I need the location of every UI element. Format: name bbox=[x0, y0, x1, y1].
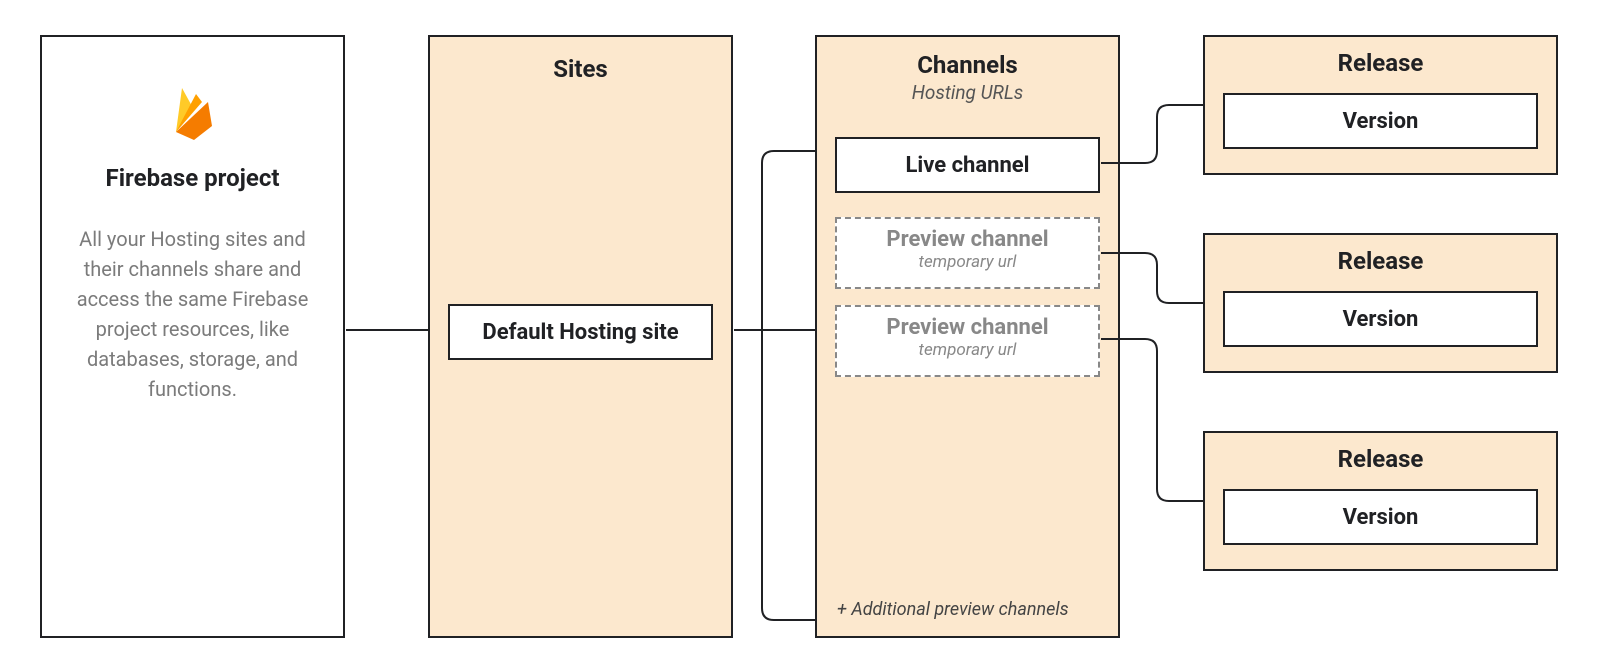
sites-card: Sites Default Hosting site bbox=[428, 35, 733, 638]
preview-channel-1-sub: temporary url bbox=[837, 252, 1098, 272]
preview-channel-2-title: Preview channel bbox=[837, 315, 1098, 340]
live-channel: Live channel bbox=[835, 137, 1100, 193]
version-label-2: Version bbox=[1343, 505, 1419, 530]
release-title-0: Release bbox=[1205, 49, 1556, 77]
preview-channel-1-title: Preview channel bbox=[837, 227, 1098, 252]
version-box-1: Version bbox=[1223, 291, 1538, 347]
channels-subtitle: Hosting URLs bbox=[817, 81, 1118, 104]
version-box-0: Version bbox=[1223, 93, 1538, 149]
version-box-2: Version bbox=[1223, 489, 1538, 545]
project-description: All your Hosting sites and their channel… bbox=[70, 224, 315, 404]
connector-sites-to-channels bbox=[734, 151, 815, 620]
version-label-1: Version bbox=[1343, 307, 1419, 332]
version-label-0: Version bbox=[1343, 109, 1419, 134]
preview-channel-1: Preview channel temporary url bbox=[835, 217, 1100, 289]
channels-footer-note: + Additional preview channels bbox=[837, 599, 1069, 620]
firebase-logo-icon bbox=[42, 82, 343, 148]
release-title-1: Release bbox=[1205, 247, 1556, 275]
preview-channel-2: Preview channel temporary url bbox=[835, 305, 1100, 377]
release-title-2: Release bbox=[1205, 445, 1556, 473]
sites-title: Sites bbox=[430, 55, 731, 83]
project-title: Firebase project bbox=[42, 164, 343, 192]
firebase-project-card: Firebase project All your Hosting sites … bbox=[40, 35, 345, 638]
default-hosting-site-label: Default Hosting site bbox=[482, 320, 678, 345]
channels-card: Channels Hosting URLs Live channel Previ… bbox=[815, 35, 1120, 638]
preview-channel-2-sub: temporary url bbox=[837, 340, 1098, 360]
release-card-1: Release Version bbox=[1203, 233, 1558, 373]
release-card-2: Release Version bbox=[1203, 431, 1558, 571]
channels-title: Channels bbox=[817, 51, 1118, 79]
release-card-0: Release Version bbox=[1203, 35, 1558, 175]
live-channel-label: Live channel bbox=[906, 153, 1030, 178]
default-hosting-site: Default Hosting site bbox=[448, 304, 713, 360]
